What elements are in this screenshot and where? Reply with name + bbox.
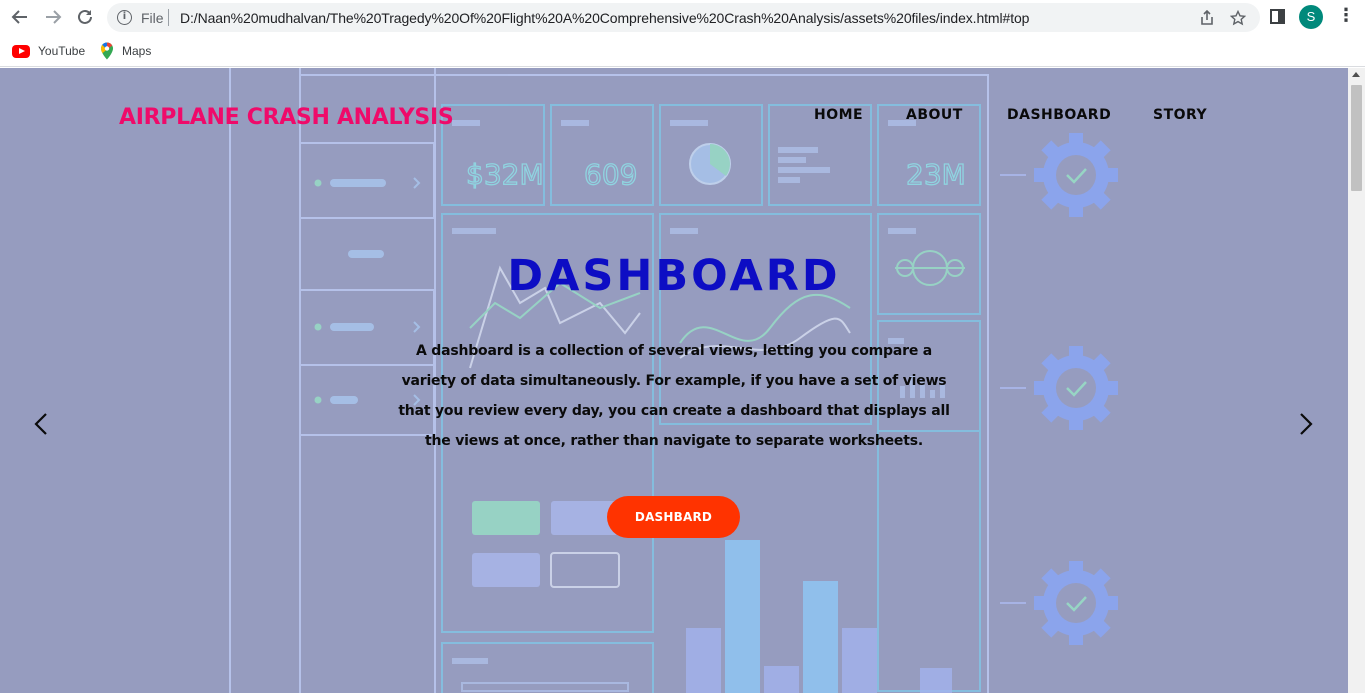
carousel-next-icon[interactable] [1293, 412, 1317, 436]
bookmark-label: YouTube [38, 44, 86, 58]
share-icon[interactable] [1199, 9, 1215, 30]
url-scheme-label: File [141, 10, 164, 26]
maps-icon [101, 42, 113, 60]
page-scrollbar[interactable] [1348, 68, 1365, 693]
profile-avatar[interactable]: S [1299, 5, 1323, 29]
browser-toolbar: i File D:/Naan%20mudhalvan/The%20Tragedy… [0, 0, 1365, 35]
nav-about[interactable]: ABOUT [906, 107, 963, 123]
menu-icon[interactable]: ⋮ [1337, 5, 1355, 29]
url-text[interactable]: D:/Naan%20mudhalvan/The%20Tragedy%20Of%2… [180, 10, 1029, 26]
reload-icon[interactable] [73, 5, 97, 29]
hero-line: the views at once, rather than navigate … [425, 433, 923, 449]
carousel-prev-icon[interactable] [30, 412, 54, 436]
page-viewport: $32M 609 23M AIRPLANE CRASH ANALYSIS HOM… [0, 68, 1348, 693]
bookmarks-bar: YouTube Maps [0, 35, 1365, 67]
bg-kpi-users: 23M [906, 158, 966, 191]
star-icon[interactable] [1229, 9, 1247, 30]
nav-home[interactable]: HOME [814, 107, 863, 123]
bookmark-maps[interactable]: Maps [100, 41, 151, 61]
bg-kpi-revenue: $32M [466, 158, 544, 191]
side-panel-icon[interactable] [1270, 9, 1285, 24]
site-brand[interactable]: AIRPLANE CRASH ANALYSIS [119, 105, 454, 130]
hero-line: that you review every day, you can creat… [398, 403, 950, 419]
dashboard-button[interactable]: DASHBARD [607, 496, 740, 538]
hero-line: A dashboard is a collection of several v… [415, 343, 933, 359]
bookmark-label: Maps [122, 44, 152, 58]
hero-description: A dashboard is a collection of several v… [392, 336, 956, 456]
back-icon[interactable] [8, 5, 32, 29]
nav-dashboard[interactable]: DASHBOARD [1007, 107, 1111, 123]
address-bar[interactable]: i File D:/Naan%20mudhalvan/The%20Tragedy… [107, 3, 1260, 32]
scroll-up-icon[interactable] [1352, 72, 1360, 77]
bookmark-youtube[interactable]: YouTube [12, 41, 85, 61]
url-separator [168, 9, 169, 26]
hero-title: DASHBOARD [507, 251, 841, 301]
youtube-icon [12, 44, 30, 58]
nav-story[interactable]: STORY [1153, 107, 1207, 123]
scroll-thumb[interactable] [1351, 85, 1362, 191]
bg-kpi-count: 609 [584, 158, 637, 191]
info-icon[interactable]: i [117, 10, 132, 25]
forward-icon[interactable] [41, 5, 65, 29]
hero-line: variety of data simultaneously. For exam… [401, 373, 947, 389]
